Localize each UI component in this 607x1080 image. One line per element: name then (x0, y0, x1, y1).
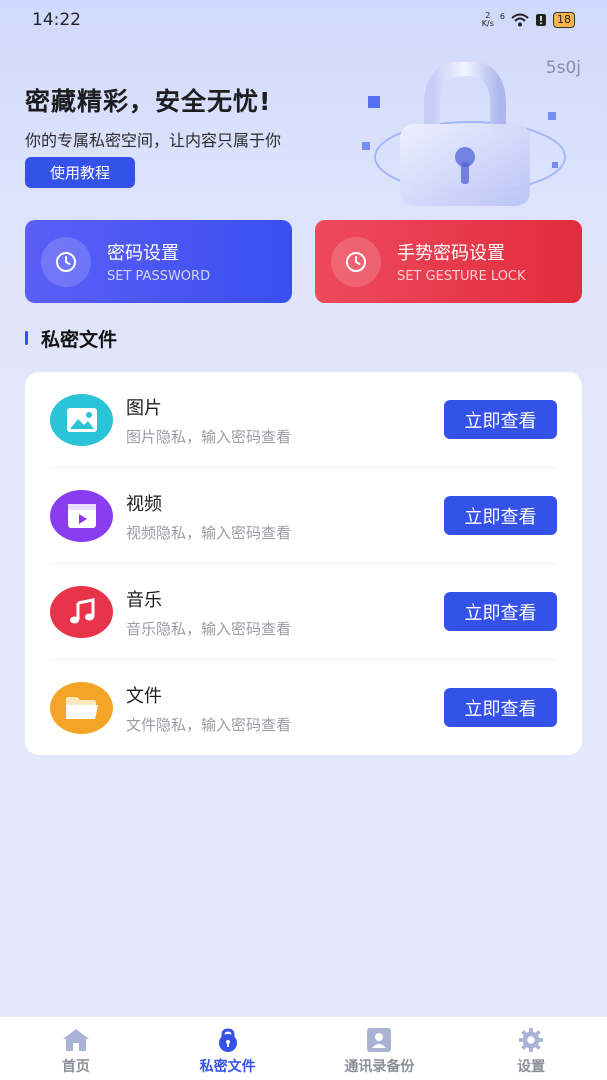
view-now-button[interactable]: 立即查看 (444, 496, 557, 535)
image-icon (50, 394, 113, 446)
item-title: 视频 (126, 494, 162, 515)
gesture-lock-card[interactable]: 手势密码设置 SET GESTURE LOCK (315, 220, 582, 303)
contacts-icon (367, 1028, 392, 1052)
list-item-music[interactable]: 音乐 音乐隐私，输入密码查看 立即查看 (25, 564, 582, 660)
private-files-list: 图片 图片隐私，输入密码查看 立即查看 视频 视频隐私，输入密码查看 立即查看 … (25, 372, 582, 755)
clock-icon (331, 236, 381, 287)
view-now-button[interactable]: 立即查看 (444, 688, 557, 727)
net-speed: 2 K/s (481, 11, 494, 28)
item-description: 视频隐私，输入密码查看 (126, 524, 292, 542)
lock-icon (218, 1028, 237, 1052)
music-icon (50, 586, 113, 638)
item-title: 文件 (126, 686, 162, 707)
view-now-button[interactable]: 立即查看 (444, 400, 557, 439)
item-title: 图片 (126, 398, 162, 419)
card-subtitle: SET PASSWORD (107, 269, 211, 284)
tab-private-files[interactable]: 私密文件 (158, 1027, 298, 1076)
section-accent-bar (25, 331, 28, 345)
item-description: 音乐隐私，输入密码查看 (126, 620, 292, 638)
hero-title: 密藏精彩，安全无忧! (25, 87, 272, 116)
card-title: 手势密码设置 (397, 243, 505, 264)
item-description: 图片隐私，输入密码查看 (126, 428, 292, 446)
password-settings-card[interactable]: 密码设置 SET PASSWORD (25, 220, 292, 303)
folder-icon (50, 682, 113, 734)
home-icon (62, 1029, 89, 1051)
clock-icon (41, 236, 91, 287)
tab-label: 通讯录备份 (344, 1059, 415, 1075)
view-now-button[interactable]: 立即查看 (444, 592, 557, 631)
alert-icon (536, 14, 546, 26)
item-title: 音乐 (126, 590, 162, 611)
tab-label: 首页 (61, 1059, 90, 1075)
tab-label: 设置 (517, 1059, 546, 1075)
tab-home[interactable]: 首页 (6, 1027, 146, 1076)
section-title: 私密文件 (41, 329, 118, 351)
battery-indicator: 18 (553, 12, 575, 28)
card-title: 密码设置 (107, 243, 179, 264)
list-item-files[interactable]: 文件 文件隐私，输入密码查看 立即查看 (25, 660, 582, 756)
list-item-images[interactable]: 图片 图片隐私，输入密码查看 立即查看 (25, 372, 582, 468)
tab-settings[interactable]: 设置 (461, 1027, 601, 1076)
list-item-videos[interactable]: 视频 视频隐私，输入密码查看 立即查看 (25, 468, 582, 564)
signal-label: 6 (499, 12, 505, 21)
gear-icon (519, 1027, 544, 1053)
status-icons: 2 K/s 6 18 (482, 12, 575, 28)
tab-label: 私密文件 (199, 1059, 256, 1075)
bottom-tab-bar: 首页 私密文件 通讯录备份 设置 (0, 1016, 607, 1080)
wifi-icon (511, 13, 529, 27)
card-subtitle: SET GESTURE LOCK (397, 269, 526, 284)
status-bar: 14:22 2 K/s 6 18 (0, 0, 607, 40)
tutorial-button[interactable]: 使用教程 (25, 157, 135, 188)
tab-contacts-backup[interactable]: 通讯录备份 (309, 1027, 449, 1076)
video-icon (50, 490, 113, 542)
status-time: 14:22 (32, 10, 81, 30)
item-description: 文件隐私，输入密码查看 (126, 716, 292, 734)
hero-subtitle: 你的专属私密空间，让内容只属于你 (25, 131, 282, 150)
lock-illustration (362, 62, 566, 206)
